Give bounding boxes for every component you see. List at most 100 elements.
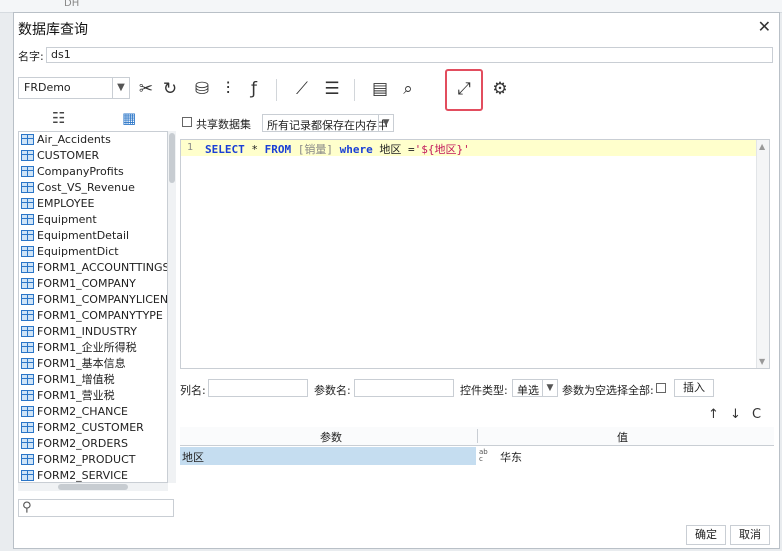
table-list-hscrollbar[interactable] <box>18 483 168 491</box>
list-item[interactable]: FORM1_基本信息 <box>19 356 167 372</box>
param-order-controls: ↑ ↓ C <box>700 407 774 423</box>
editor-scrollbar[interactable]: ▲ ▼ <box>756 140 769 368</box>
table-name: Air_Accidents <box>37 133 111 146</box>
list-item[interactable]: FORM1_COMPANYLICENS <box>19 292 167 308</box>
table-list-scrollbar[interactable] <box>168 131 176 483</box>
list-item[interactable]: FORM1_企业所得税 <box>19 340 167 356</box>
toolbar-separator <box>276 79 277 101</box>
title-bar: 数据库查询 ✕ <box>14 13 779 41</box>
query-panel: 共享数据集 所有记录都保存在内存中 ▼ 1 SELECT * FROM [销量]… <box>180 113 774 493</box>
toolbar: FRDemo ▼ ✂ ↻ ⛁ ⫶ ƒ ⟋ ☰ ▤ ⌕ ⤢ ⚙ <box>18 69 778 111</box>
list-item[interactable]: FORM1_COMPANYTYPE <box>19 308 167 324</box>
move-up-icon[interactable]: ↑ <box>708 407 719 422</box>
list-item[interactable]: FORM2_SERVICE <box>19 468 167 482</box>
align-icon[interactable]: ☰ <box>320 77 344 101</box>
sql-table: [销量] <box>291 143 340 156</box>
list-item[interactable]: CUSTOMER <box>19 148 167 164</box>
list-item[interactable]: EquipmentDict <box>19 244 167 260</box>
share-checkbox[interactable] <box>182 117 192 127</box>
table-search-input[interactable]: ⚲ <box>18 499 174 517</box>
table-icon <box>21 390 34 401</box>
scroll-up-icon[interactable]: ▲ <box>759 142 765 151</box>
close-icon[interactable]: ✕ <box>758 17 771 36</box>
scroll-thumb[interactable] <box>169 133 175 183</box>
empty-all-checkbox[interactable] <box>656 383 666 393</box>
gear-icon[interactable]: ⚙ <box>488 77 512 101</box>
connection-select[interactable]: FRDemo ▼ <box>18 77 130 99</box>
list-item[interactable]: Cost_VS_Revenue <box>19 180 167 196</box>
table-name: Cost_VS_Revenue <box>37 181 135 194</box>
table-icon <box>21 182 34 193</box>
control-type-label: 控件类型: <box>460 384 508 397</box>
share-label: 共享数据集 <box>196 118 251 131</box>
refresh-icon[interactable]: ↻ <box>158 77 182 101</box>
list-item[interactable]: CompanyProfits <box>19 164 167 180</box>
table-view-icon[interactable]: ▦ <box>122 109 136 127</box>
formula-icon[interactable]: ƒ <box>242 77 266 101</box>
memory-mode-select[interactable]: 所有记录都保存在内存中 ▼ <box>262 114 394 132</box>
insert-button[interactable]: 插入 <box>674 379 714 397</box>
value-cell[interactable]: ab c 华东 <box>478 447 774 465</box>
control-type-value: 单选 <box>517 384 539 397</box>
scroll-down-icon[interactable]: ▼ <box>759 357 765 366</box>
refresh-params-icon[interactable]: C <box>752 407 761 422</box>
list-item[interactable]: Equipment <box>19 212 167 228</box>
param-name: 地区 <box>182 451 204 464</box>
table-icon <box>21 358 34 369</box>
list-item[interactable]: Air_Accidents <box>19 132 167 148</box>
list-item[interactable]: FORM2_PRODUCT <box>19 452 167 468</box>
filter-sliders-icon[interactable]: ⫶ <box>216 77 240 101</box>
table-icon <box>21 294 34 305</box>
table-row[interactable]: 地区 ab c 华东 <box>180 447 774 465</box>
cancel-button[interactable]: 取消 <box>730 525 770 545</box>
sql-keyword: where <box>339 143 373 156</box>
table-name: FORM1_营业税 <box>37 389 115 402</box>
table-icon <box>21 134 34 145</box>
table-name: FORM1_INDUSTRY <box>37 325 137 338</box>
list-item[interactable]: FORM1_COMPANY <box>19 276 167 292</box>
database-sql-icon[interactable]: ⛁ <box>190 77 214 101</box>
move-down-icon[interactable]: ↓ <box>730 407 741 422</box>
list-item[interactable]: FORM2_ORDERS <box>19 436 167 452</box>
parameter-row: 列名: 参数名: 控件类型: 单选 ▼ 参数为空选择全部: 插入 <box>180 379 774 399</box>
database-query-dialog: 数据库查询 ✕ 名字: ds1 FRDemo ▼ ✂ ↻ ⛁ ⫶ ƒ ⟋ ☰ ▤… <box>13 12 780 549</box>
list-view-icon[interactable]: ☷ <box>52 109 65 127</box>
ok-button[interactable]: 确定 <box>686 525 726 545</box>
sql-code[interactable]: SELECT * FROM [销量] where 地区 ='${地区}' <box>205 141 470 157</box>
table-list[interactable]: Air_Accidents CUSTOMER CompanyProfits Cost_… <box>18 131 168 483</box>
preview-icon[interactable]: ⌕ <box>396 77 420 101</box>
name-label: 名字: <box>18 50 44 63</box>
table-name: FORM2_CUSTOMER <box>37 421 144 434</box>
param-name-input[interactable] <box>354 379 454 397</box>
param-cell[interactable]: 地区 <box>180 447 476 465</box>
hscroll-thumb[interactable] <box>58 484 128 490</box>
text-type-icon: ab c <box>479 448 488 463</box>
name-input[interactable]: ds1 <box>46 47 773 63</box>
sql-file-icon[interactable]: ▤ <box>368 77 392 101</box>
column-input[interactable] <box>208 379 308 397</box>
list-item[interactable]: FORM1_营业税 <box>19 388 167 404</box>
header-param: 参数 <box>320 431 342 444</box>
table-icon <box>21 342 34 353</box>
chevron-down-icon[interactable]: ▼ <box>378 115 393 131</box>
table-name: FORM2_CHANCE <box>37 405 128 418</box>
list-item[interactable]: FORM2_CHANCE <box>19 404 167 420</box>
tools-icon[interactable]: ✂ <box>134 77 158 101</box>
chevron-down-icon[interactable]: ▼ <box>112 78 129 98</box>
list-item[interactable]: FORM1_ACCOUNTTINGSY <box>19 260 167 276</box>
list-item[interactable]: FORM1_INDUSTRY <box>19 324 167 340</box>
magic-wand-icon[interactable]: ⟋ <box>290 77 314 101</box>
list-item[interactable]: EquipmentDetail <box>19 228 167 244</box>
table-name: FORM1_ACCOUNTTINGSY <box>37 261 168 274</box>
list-item[interactable]: FORM1_增值税 <box>19 372 167 388</box>
control-type-select[interactable]: 单选 ▼ <box>512 379 558 397</box>
table-icon <box>21 246 34 257</box>
param-value[interactable]: 华东 <box>500 449 522 465</box>
list-item[interactable]: FORM2_CUSTOMER <box>19 420 167 436</box>
chevron-down-icon[interactable]: ▼ <box>542 380 557 396</box>
list-item[interactable]: EMPLOYEE <box>19 196 167 212</box>
table-name: FORM1_COMPANY <box>37 277 136 290</box>
dialog-footer: 确定 取消 <box>14 521 779 547</box>
parameters-table-header: 参数 值 <box>180 427 774 446</box>
sql-editor[interactable]: 1 SELECT * FROM [销量] where 地区 ='${地区}' ▲… <box>180 139 770 369</box>
